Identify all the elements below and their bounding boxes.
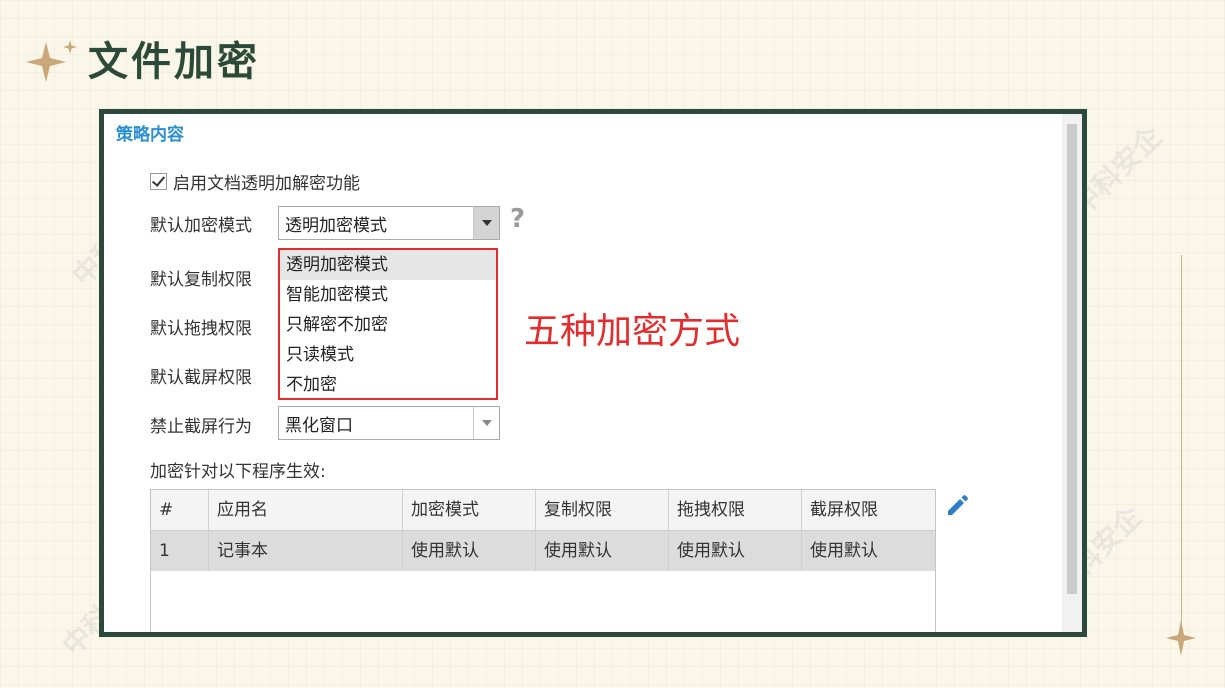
table-header-row: # 应用名 加密模式 复制权限 拖拽权限 截屏权限 [151,490,935,531]
screenshot-block-value: 黑化窗口 [285,415,353,436]
section-title: 策略内容 [116,125,184,145]
table-row[interactable]: 1 记事本 使用默认 使用默认 使用默认 使用默认 [151,531,935,571]
annotation-text: 五种加密方式 [524,311,741,352]
dropdown-option[interactable]: 不加密 [280,370,496,400]
encrypt-mode-dropdown: 透明加密模式 智能加密模式 只解密不加密 只读模式 不加密 [278,248,498,400]
drag-permission-label: 默认拖拽权限 [150,319,252,339]
question-icon[interactable]: ? [510,204,525,234]
decorative-line [1181,255,1182,623]
table-cell: 使用默认 [403,531,536,571]
dropdown-arrow-icon[interactable] [473,407,499,439]
table-cell: 使用默认 [669,531,802,571]
copy-permission-label: 默认复制权限 [150,270,252,290]
dropdown-option[interactable]: 智能加密模式 [280,280,496,310]
screenshot-block-label: 禁止截屏行为 [150,417,252,437]
screenshot-block-select[interactable]: 黑化窗口 [278,406,500,440]
screenshot-permission-label: 默认截屏权限 [150,368,252,388]
table-caption: 加密针对以下程序生效: [150,462,326,482]
checkmark-icon[interactable] [150,173,167,190]
table-header-cell[interactable]: 拖拽权限 [669,490,802,530]
dropdown-arrow-icon[interactable] [473,207,499,239]
screenshot-frame: 策略内容 启用文档透明加解密功能 默认加密模式 透明加密模式 ? 默认复制权限 … [99,109,1087,637]
encrypt-mode-select[interactable]: 透明加密模式 [278,206,500,240]
encrypt-mode-label: 默认加密模式 [150,216,252,236]
dropdown-option[interactable]: 只读模式 [280,340,496,370]
program-table: # 应用名 加密模式 复制权限 拖拽权限 截屏权限 1 记事本 使用默认 使用默… [150,489,936,632]
slide-title: 文件加密 [88,39,260,85]
table-cell: 记事本 [209,531,403,571]
table-header-cell[interactable]: 复制权限 [536,490,669,530]
enable-encryption-label: 启用文档透明加解密功能 [173,174,360,194]
sparkle-star-icon [1166,620,1196,656]
scrollbar-thumb[interactable] [1067,124,1077,594]
dropdown-option[interactable]: 只解密不加密 [280,310,496,340]
enable-encryption-row[interactable]: 启用文档透明加解密功能 [150,169,360,194]
pencil-icon[interactable] [944,492,970,518]
table-cell: 1 [151,531,209,571]
table-cell: 使用默认 [810,541,878,561]
table-header-cell[interactable]: # [151,490,209,530]
table-header-cell[interactable]: 加密模式 [403,490,536,530]
table-cell: 使用默认 [536,531,669,571]
vertical-scrollbar[interactable] [1062,114,1082,632]
dropdown-option[interactable]: 透明加密模式 [280,250,496,280]
table-header-cell[interactable]: 应用名 [209,490,403,530]
sparkle-star-icon [26,40,77,82]
encrypt-mode-value: 透明加密模式 [285,215,387,236]
table-header-cell[interactable]: 截屏权限 [802,490,935,530]
